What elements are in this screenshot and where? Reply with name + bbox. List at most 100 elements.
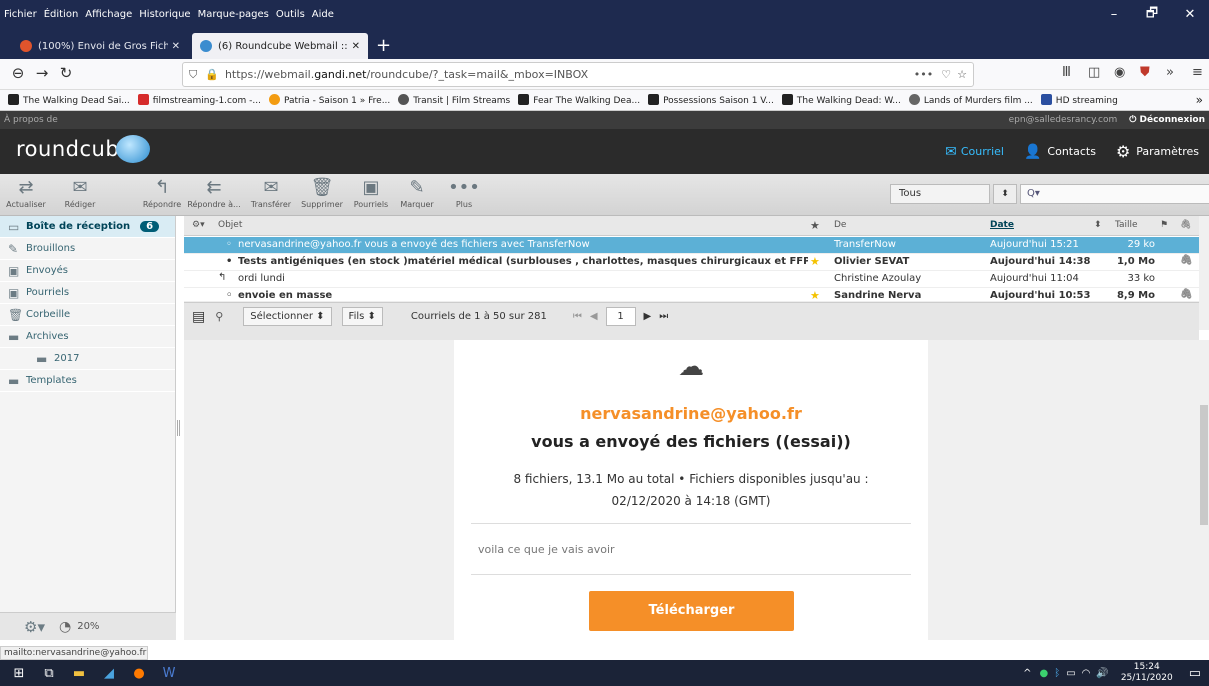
close-tab-icon[interactable]: ✕	[352, 41, 360, 52]
nav-parametres[interactable]: ⚙ Paramètres	[1106, 129, 1209, 174]
url-bar[interactable]: ⛉ 🔒 https://webmail. gandi.net/roundcube/…	[182, 62, 974, 87]
windows-start-icon[interactable]: ⊞	[4, 666, 34, 681]
bookmark-item[interactable]: The Walking Dead: W...	[781, 94, 901, 106]
delete-button[interactable]: 🗑 Supprimer	[297, 176, 347, 209]
mark-button[interactable]: ✎ Marquer	[396, 176, 438, 209]
column-subject[interactable]: Objet	[218, 220, 242, 230]
select-dropdown[interactable]: Sélectionner ⬍	[243, 307, 332, 326]
page-actions-icon[interactable]: •••	[914, 68, 933, 81]
bookmark-item[interactable]: Possessions Saison 1 V...	[648, 94, 774, 106]
taskbar-clock[interactable]: 15:24 25/11/2020	[1121, 662, 1173, 684]
forward-button[interactable]: →	[30, 64, 54, 82]
folder-templates[interactable]: ▬ Templates	[0, 370, 175, 392]
battery-icon[interactable]: ▭	[1066, 668, 1075, 679]
tab-roundcube[interactable]: (6) Roundcube Webmail :: Boît ✕	[192, 33, 368, 59]
preview-scrollbar-thumb[interactable]	[1200, 405, 1208, 525]
next-page-button[interactable]: ▶	[644, 311, 652, 322]
message-row[interactable]: ◦ envoie en masse ★ Sandrine Nerva Aujou…	[184, 288, 1199, 302]
close-window-button[interactable]: ✕	[1171, 7, 1209, 22]
tab-transfernow[interactable]: (100%) Envoi de Gros Fichiers ✕	[12, 33, 188, 59]
filter-select-arrow-icon[interactable]: ⬍	[993, 184, 1017, 204]
column-flag-star-icon[interactable]: ★	[810, 219, 820, 232]
account-icon[interactable]: ◉	[1114, 65, 1140, 80]
shield-icon[interactable]: ⛉	[189, 68, 197, 82]
restore-button[interactable]: 🗗	[1133, 4, 1171, 26]
column-from[interactable]: De	[834, 220, 846, 230]
word-icon[interactable]: W	[154, 666, 184, 681]
message-list-scrollbar[interactable]	[1199, 216, 1209, 330]
app-icon[interactable]: ◢	[94, 666, 124, 681]
column-size[interactable]: Taille	[1115, 220, 1138, 230]
bookmarks-overflow-button[interactable]: »	[1196, 93, 1203, 107]
menu-edition[interactable]: Édition	[44, 9, 79, 20]
ublock-icon[interactable]: ⛊	[1140, 65, 1166, 80]
last-page-button[interactable]: ⏭	[659, 311, 668, 322]
folder-trash[interactable]: 🗑 Corbeille	[0, 304, 175, 326]
column-attachment-icon[interactable]: 🖇	[1180, 220, 1191, 230]
bookmark-item[interactable]: Lands of Murders film ...	[908, 94, 1033, 106]
reload-button[interactable]: ↻	[54, 64, 78, 82]
sidebar-splitter[interactable]	[177, 420, 180, 436]
filter-select[interactable]: Tous	[890, 184, 990, 204]
nav-courriel[interactable]: ✉ Courriel	[935, 129, 1014, 174]
refresh-button[interactable]: ⇄ Actualiser	[4, 176, 48, 209]
volume-icon[interactable]: 🔊	[1096, 668, 1108, 679]
menu-outils[interactable]: Outils	[276, 9, 305, 20]
forward-button[interactable]: ✉ Transférer	[247, 176, 295, 209]
bookmark-item[interactable]: HD streaming	[1040, 94, 1118, 106]
compose-button[interactable]: ✉ Rédiger	[56, 176, 104, 209]
bookmark-item[interactable]: Fear The Walking Dea...	[518, 94, 640, 106]
lock-icon[interactable]: 🔒	[205, 68, 219, 81]
library-icon[interactable]: Ⅲ	[1062, 65, 1088, 80]
folder-archives[interactable]: ▬ Archives	[0, 326, 175, 348]
download-button[interactable]: Télécharger	[589, 591, 794, 631]
overflow-icon[interactable]: »	[1166, 65, 1192, 80]
bookmark-item[interactable]: The Walking Dead Sai...	[8, 94, 130, 106]
back-button[interactable]: ⊖	[6, 64, 30, 82]
folder-junk[interactable]: ▣ Pourriels	[0, 282, 175, 304]
menu-historique[interactable]: Historique	[139, 9, 190, 20]
bookmark-item[interactable]: Transit | Film Streams	[398, 94, 510, 106]
folder-sent[interactable]: ▣ Envoyés	[0, 260, 175, 282]
column-date[interactable]: Date	[990, 220, 1014, 230]
folder-actions-gear-icon[interactable]: ⚙▾	[24, 618, 45, 636]
minimize-button[interactable]: –	[1095, 7, 1133, 22]
message-row[interactable]: ↰ ordi lundi Christine Azoulay Aujourd'h…	[184, 271, 1199, 288]
reply-button[interactable]: ↰ Répondre	[140, 176, 184, 209]
reply-all-button[interactable]: ⇇ Répondre à...	[186, 176, 242, 209]
tray-app-icon[interactable]: ●	[1039, 668, 1048, 679]
menu-fichier[interactable]: Fichier	[4, 9, 37, 20]
page-number-input[interactable]: 1	[605, 307, 636, 326]
bookmark-item[interactable]: Patria - Saison 1 » Fre...	[268, 94, 390, 106]
menu-aide[interactable]: Aide	[312, 9, 334, 20]
wifi-icon[interactable]: ◠	[1082, 668, 1091, 679]
logout-button[interactable]: ⏻ Déconnexion	[1129, 115, 1205, 125]
new-tab-button[interactable]: +	[376, 35, 391, 56]
notifications-icon[interactable]: ▭	[1189, 666, 1201, 681]
column-status-icon[interactable]: ⚑	[1160, 220, 1168, 230]
menu-affichage[interactable]: Affichage	[85, 9, 132, 20]
search-input[interactable]: Q▾	[1020, 184, 1209, 204]
close-tab-icon[interactable]: ✕	[172, 41, 180, 52]
folder-inbox[interactable]: ▭ Boîte de réception 6	[0, 216, 175, 238]
preview-splitter[interactable]	[184, 330, 1199, 340]
folder-2017[interactable]: ▬ 2017	[0, 348, 175, 370]
menu-marque-pages[interactable]: Marque-pages	[198, 9, 269, 20]
folder-drafts[interactable]: ✎ Brouillons	[0, 238, 175, 260]
junk-button[interactable]: ▣ Pourriels	[350, 176, 392, 209]
threads-dropdown[interactable]: Fils ⬍	[341, 307, 383, 326]
flag-star-icon[interactable]: ★	[810, 255, 820, 268]
tray-expand-icon[interactable]: ^	[1023, 668, 1031, 679]
threads-toggle-icon[interactable]: ⚲	[215, 310, 223, 323]
sidebar-icon[interactable]: ◫	[1088, 65, 1114, 80]
bluetooth-icon[interactable]: ᛒ	[1054, 668, 1060, 679]
message-row[interactable]: • Tests antigéniques (en stock )matériel…	[184, 254, 1199, 271]
prev-page-button[interactable]: ◀	[590, 311, 598, 322]
bookmark-star-icon[interactable]: ☆	[957, 68, 967, 81]
task-view-icon[interactable]: ⧉	[34, 666, 64, 681]
list-options-gear-icon[interactable]: ⚙▾	[192, 220, 205, 230]
file-explorer-icon[interactable]: ▬	[64, 666, 94, 681]
pocket-icon[interactable]: ♡	[941, 68, 951, 81]
first-page-button[interactable]: ⏮	[573, 311, 582, 322]
sender-email[interactable]: nervasandrine@yahoo.fr	[454, 404, 928, 423]
